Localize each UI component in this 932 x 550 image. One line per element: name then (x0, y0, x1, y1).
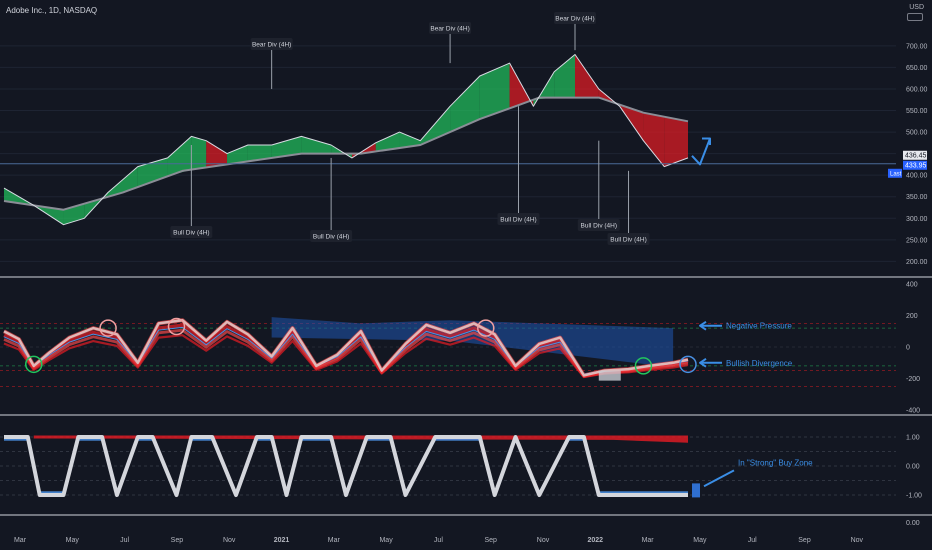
x-tick-label: Jul (434, 537, 443, 544)
price-tick-label: 300.00 (906, 216, 928, 223)
annotation-label: Bull Div (4H) (500, 217, 536, 224)
x-tick-label: 2022 (588, 537, 604, 544)
oscillator-tick-label: 400 (906, 282, 918, 289)
annotation-label: Bull Div (4H) (313, 234, 349, 241)
zone-tick-label: 1.00 (906, 435, 920, 442)
chart-canvas[interactable]: 200.00250.00300.00350.00400.00450.00500.… (0, 0, 932, 550)
annotation-label: Bear Div (4H) (555, 16, 594, 23)
x-tick-label: Sep (798, 537, 811, 544)
price-tick-label: 400.00 (906, 173, 928, 180)
zone-marker (692, 483, 700, 498)
annotation-label: Bear Div (4H) (430, 26, 469, 33)
annotation-label: Bull Div (4H) (581, 223, 617, 230)
price-label: 436.45 (905, 152, 927, 159)
x-tick-label: Mar (14, 537, 27, 544)
ribbon-segment (301, 136, 332, 154)
last-tag-label: Last (890, 171, 902, 177)
oscillator-annotation: Bullish Divergence (726, 359, 793, 368)
x-tick-label: Jul (120, 537, 129, 544)
x-tick-label: 2021 (274, 537, 290, 544)
zone-tick-label: -1.00 (906, 493, 922, 500)
price-tick-label: 200.00 (906, 259, 928, 266)
x-tick-label: Sep (171, 537, 184, 544)
price-tick-label: 650.00 (906, 65, 928, 72)
oscillator-tick-label: -200 (906, 376, 920, 383)
ribbon-segment (574, 54, 599, 98)
bottom-tick-label: 0.00 (906, 520, 920, 527)
zone-tick-label: 0.00 (906, 464, 920, 471)
oscillator-tick-label: 0 (906, 345, 910, 352)
price-tick-label: 700.00 (906, 43, 928, 50)
annotation-label: Bull Div (4H) (610, 237, 646, 244)
x-tick-label: Nov (537, 537, 550, 544)
x-tick-label: Nov (223, 537, 236, 544)
x-tick-label: Sep (484, 537, 497, 544)
x-tick-label: Nov (851, 537, 864, 544)
projection-arrow (691, 138, 711, 166)
x-tick-label: Mar (328, 537, 341, 544)
oscillator-annotation: Negative Pressure (726, 322, 792, 331)
x-tick-label: May (379, 537, 393, 544)
oscillator-tick-label: -400 (906, 408, 920, 415)
oscillator-tick-label: 200 (906, 313, 918, 320)
ribbon-segment (554, 54, 575, 98)
annotation-label: Bull Div (4H) (173, 230, 209, 237)
ribbon-segment (643, 112, 665, 167)
x-tick-label: Mar (642, 537, 655, 544)
price-tick-label: 250.00 (906, 237, 928, 244)
zone-annotation: In "Strong" Buy Zone (738, 458, 813, 467)
x-tick-label: May (66, 537, 80, 544)
divergence-marker (598, 370, 621, 381)
x-tick-label: May (693, 537, 707, 544)
zone-main-line (4, 435, 688, 497)
price-tick-label: 600.00 (906, 86, 928, 93)
price-tick-label: 350.00 (906, 194, 928, 201)
ribbon-segment (450, 76, 480, 133)
ribbon-segment (191, 136, 207, 170)
zone-red-band (33, 435, 688, 443)
price-tick-label: 550.00 (906, 108, 928, 115)
x-tick-label: Jul (748, 537, 757, 544)
price-tick-label: 500.00 (906, 130, 928, 137)
price-label: 433.95 (905, 162, 927, 169)
annotation-label: Bear Div (4H) (252, 42, 291, 49)
buy-zone-arrow (703, 469, 735, 488)
